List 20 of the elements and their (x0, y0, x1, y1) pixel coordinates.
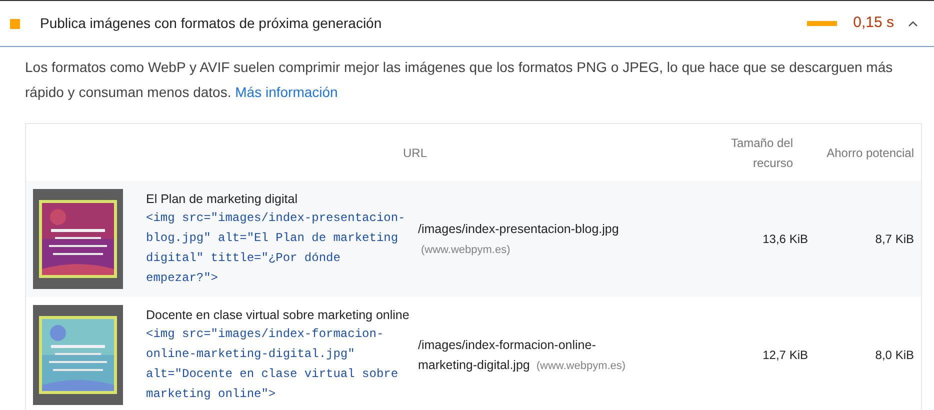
savings-value: 0,15 s (853, 13, 894, 34)
element-label: El Plan de marketing digital (146, 190, 298, 208)
table-cell-text: 12,7 KiB (762, 347, 808, 364)
audit-title: Publica imágenes con formatos de próxima generación (40, 14, 383, 33)
audit-description: Los formatos como WebP y AVIF suelen comprimir mejor las imágenes que los formatos PNG o JPEG, lo que hace que se descarguen más rápido y consuman menos datos. Más información (25, 58, 894, 102)
table-cell-text: 8,0 KiB (874, 347, 915, 364)
savings-bar-icon (807, 21, 838, 26)
warning-square-icon (10, 18, 20, 28)
table-cell-text: 8,7 KiB (874, 231, 915, 248)
table-cell-text: 13,6 KiB (762, 231, 808, 248)
chevron-icon (908, 20, 918, 28)
more-info-link[interactable]: Más información (235, 84, 338, 100)
code-snippet: <img src="images/index-formacion-online-marketing-digital.jpg" alt="Docente en clase virtual sobre marketing online"> (146, 326, 400, 402)
url-cell-text: /images/index-presentacion-blog.jpg (www.webpym.es) (417, 220, 620, 258)
column-header: Ahorro potencial (826, 144, 915, 162)
column-header: Tamaño del recurso (730, 134, 793, 172)
audit-header[interactable]: Publica imágenes con formatos de próxima generación 0,15 s (0, 0, 934, 47)
code-snippet: <img src="images/index-presentacion-blog.jpg" alt="El Plan de marketing digital" tittle="¿Por dónde empezar?"> (146, 210, 406, 286)
column-header: URL (402, 144, 428, 162)
url-cell-text: /images/index-formacion-online-marketing-digital.jpg (www.webpym.es) (417, 336, 627, 374)
